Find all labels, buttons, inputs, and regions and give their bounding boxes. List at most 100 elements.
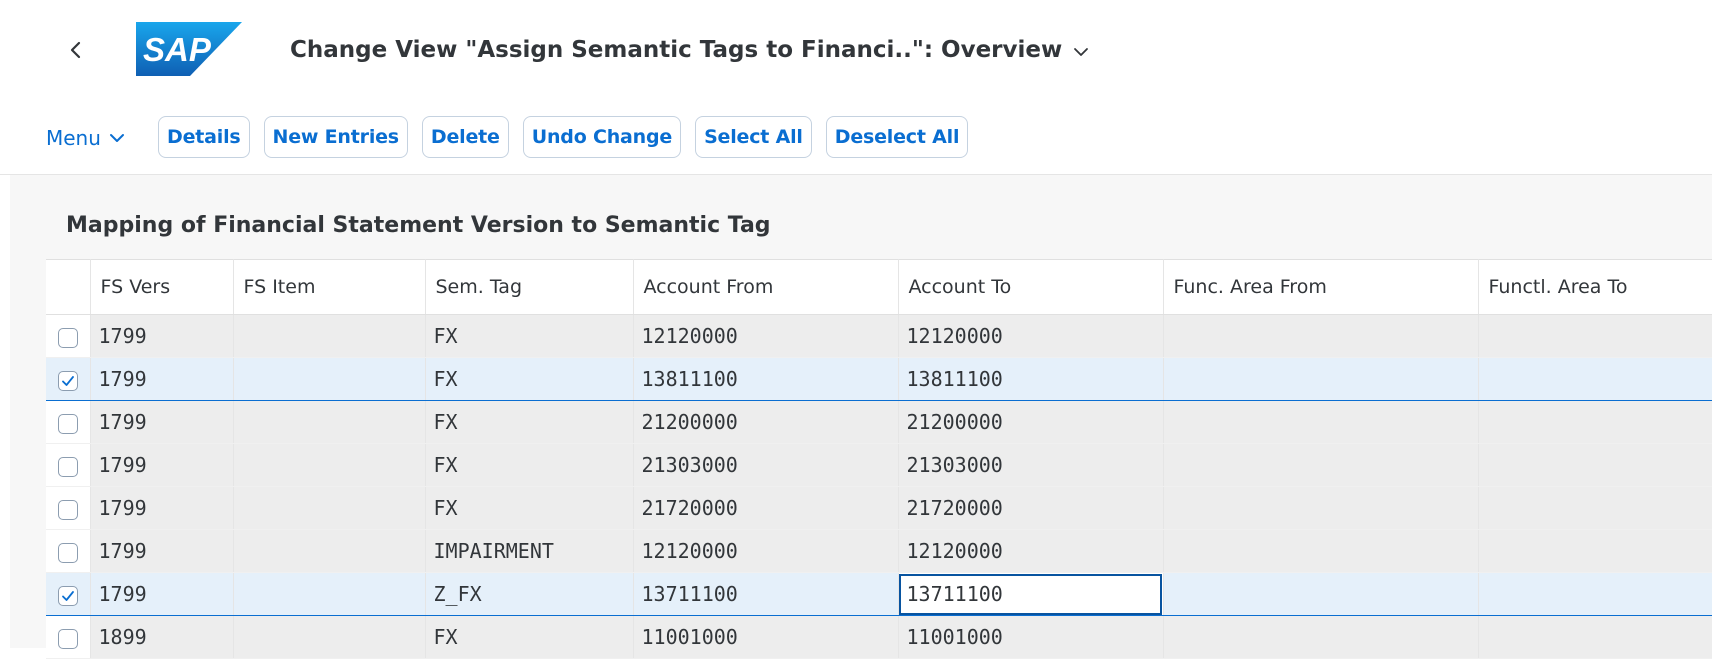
fs-item-cell[interactable] [233, 357, 426, 401]
sem-tag-cell[interactable]: IMPAIRMENT [425, 529, 634, 573]
func-area-to-cell[interactable] [1478, 400, 1712, 444]
account-to-cell[interactable]: 11001000 [898, 615, 1164, 659]
column-header-fs-vers[interactable]: FS Vers [90, 259, 234, 315]
fs-vers-cell[interactable]: 1799 [90, 400, 234, 444]
func-area-to-cell[interactable] [1478, 486, 1712, 530]
row-select-checkbox[interactable] [57, 628, 78, 649]
select-all-button[interactable]: Select All [695, 116, 812, 158]
fs-vers-cell[interactable]: 1799 [90, 357, 234, 401]
sem-tag-cell[interactable]: FX [425, 400, 634, 444]
fs-item-cell[interactable] [233, 529, 426, 573]
sem-tag-cell[interactable]: FX [425, 357, 634, 401]
fs-vers-cell[interactable]: 1799 [90, 443, 234, 487]
select-column-header [46, 259, 91, 315]
row-select-cell [46, 314, 91, 358]
sem-tag-cell[interactable]: FX [425, 615, 634, 659]
table-row[interactable]: 1799 FX 21303000 21303000 [46, 443, 1712, 487]
column-header-account-to[interactable]: Account To [898, 259, 1164, 315]
func-area-from-cell[interactable] [1163, 572, 1479, 616]
fs-item-cell[interactable] [233, 615, 426, 659]
account-from-cell[interactable]: 13811100 [633, 357, 899, 401]
svg-text:SAP: SAP [143, 31, 212, 68]
fs-item-cell[interactable] [233, 443, 426, 487]
func-area-to-cell[interactable] [1478, 615, 1712, 659]
account-from-cell[interactable]: 21200000 [633, 400, 899, 444]
content-area: Mapping of Financial Statement Version t… [10, 175, 1712, 659]
table-row[interactable]: 1899 FX 11001000 11001000 [46, 615, 1712, 659]
chevron-left-icon [70, 41, 81, 59]
menu-button[interactable]: Menu [46, 120, 125, 156]
column-header-sem-tag[interactable]: Sem. Tag [425, 259, 634, 315]
column-header-func-area-to[interactable]: Functl. Area To [1478, 259, 1712, 315]
fs-item-cell[interactable] [233, 400, 426, 444]
delete-button[interactable]: Delete [421, 116, 509, 158]
account-to-cell[interactable]: 21303000 [898, 443, 1164, 487]
fs-vers-cell[interactable]: 1899 [90, 615, 234, 659]
page-title-dropdown[interactable]: Change View "Assign Semantic Tags to Fin… [290, 33, 1090, 67]
func-area-from-cell[interactable] [1163, 443, 1479, 487]
fs-item-cell[interactable] [233, 314, 426, 358]
new-entries-button[interactable]: New Entries [263, 116, 408, 158]
details-button[interactable]: Details [158, 116, 250, 158]
table-row[interactable]: 1799 FX 12120000 12120000 [46, 314, 1712, 358]
fs-item-cell[interactable] [233, 572, 426, 616]
row-select-cell [46, 443, 91, 487]
toolbar-buttons: Details New Entries Delete Undo Change S… [158, 116, 969, 158]
row-select-checkbox[interactable] [57, 413, 78, 434]
application-toolbar: Menu Details New Entries Delete Undo Cha… [0, 100, 1712, 175]
account-to-cell[interactable]: 21200000 [898, 400, 1164, 444]
row-select-checkbox[interactable] [57, 370, 78, 391]
back-button[interactable] [58, 32, 94, 68]
func-area-to-cell[interactable] [1478, 314, 1712, 358]
fs-vers-cell[interactable]: 1799 [90, 529, 234, 573]
sem-tag-cell[interactable]: FX [425, 314, 634, 358]
func-area-to-cell[interactable] [1478, 357, 1712, 401]
row-select-checkbox[interactable] [57, 456, 78, 477]
account-to-cell[interactable]: 13811100 [898, 357, 1164, 401]
row-select-cell [46, 572, 91, 616]
sem-tag-cell[interactable]: FX [425, 486, 634, 530]
row-select-cell [46, 615, 91, 659]
func-area-from-cell[interactable] [1163, 400, 1479, 444]
row-select-checkbox[interactable] [57, 499, 78, 520]
deselect-all-button[interactable]: Deselect All [825, 116, 969, 158]
table-row[interactable]: 1799 IMPAIRMENT 12120000 12120000 [46, 529, 1712, 573]
func-area-from-cell[interactable] [1163, 529, 1479, 573]
func-area-to-cell[interactable] [1478, 572, 1712, 616]
table-row[interactable]: 1799 FX 21200000 21200000 [46, 400, 1712, 444]
account-from-cell[interactable]: 12120000 [633, 314, 899, 358]
row-select-checkbox[interactable] [57, 542, 78, 563]
account-to-cell[interactable]: 21720000 [898, 486, 1164, 530]
row-select-checkbox[interactable] [57, 585, 78, 606]
table-row[interactable]: 1799 Z_FX 13711100 13711100 [46, 572, 1712, 616]
account-from-cell[interactable]: 13711100 [633, 572, 899, 616]
fs-vers-cell[interactable]: 1799 [90, 314, 234, 358]
func-area-from-cell[interactable] [1163, 486, 1479, 530]
func-area-from-cell[interactable] [1163, 357, 1479, 401]
table-header-row: FS Vers FS Item Sem. Tag Account From Ac… [46, 259, 1712, 315]
undo-change-button[interactable]: Undo Change [522, 116, 682, 158]
func-area-to-cell[interactable] [1478, 443, 1712, 487]
account-from-cell[interactable]: 11001000 [633, 615, 899, 659]
fs-vers-cell[interactable]: 1799 [90, 572, 234, 616]
fs-vers-cell[interactable]: 1799 [90, 486, 234, 530]
account-from-cell[interactable]: 21303000 [633, 443, 899, 487]
account-to-cell[interactable]: 13711100 [898, 572, 1164, 616]
checkmark-icon [61, 375, 74, 386]
column-header-fs-item[interactable]: FS Item [233, 259, 426, 315]
account-to-cell[interactable]: 12120000 [898, 529, 1164, 573]
account-from-cell[interactable]: 21720000 [633, 486, 899, 530]
func-area-to-cell[interactable] [1478, 529, 1712, 573]
sem-tag-cell[interactable]: Z_FX [425, 572, 634, 616]
fs-item-cell[interactable] [233, 486, 426, 530]
column-header-func-area-from[interactable]: Func. Area From [1163, 259, 1479, 315]
func-area-from-cell[interactable] [1163, 314, 1479, 358]
row-select-checkbox[interactable] [57, 327, 78, 348]
table-row[interactable]: 1799 FX 13811100 13811100 [46, 357, 1712, 401]
account-from-cell[interactable]: 12120000 [633, 529, 899, 573]
column-header-account-from[interactable]: Account From [633, 259, 899, 315]
table-row[interactable]: 1799 FX 21720000 21720000 [46, 486, 1712, 530]
account-to-cell[interactable]: 12120000 [898, 314, 1164, 358]
sem-tag-cell[interactable]: FX [425, 443, 634, 487]
func-area-from-cell[interactable] [1163, 615, 1479, 659]
